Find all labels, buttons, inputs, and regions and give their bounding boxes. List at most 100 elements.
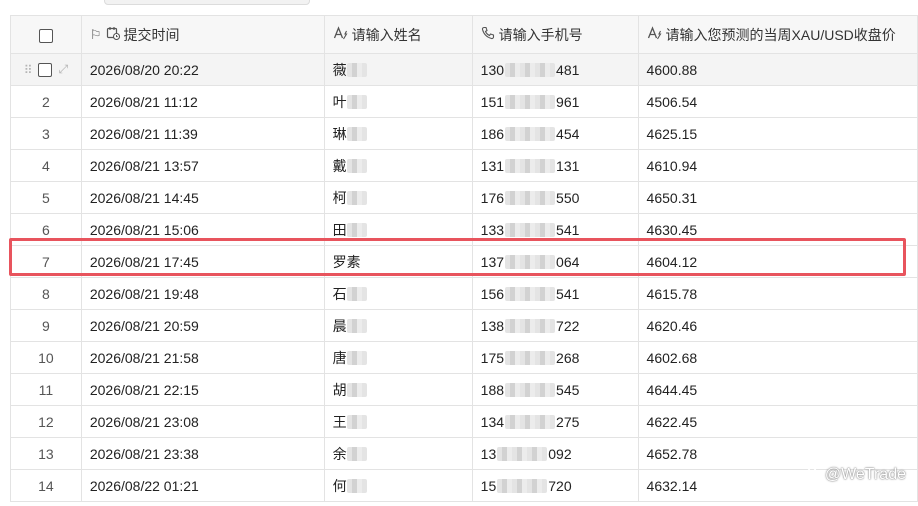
cell-time[interactable]: 2026/08/21 15:06 [81, 213, 325, 246]
cell-time[interactable]: 2026/08/20 20:22 [81, 53, 325, 86]
cell-time[interactable]: 2026/08/21 20:59 [81, 309, 325, 342]
cell-name[interactable]: 叶 [324, 85, 473, 118]
column-header-phone[interactable]: 请输入手机号 [472, 15, 639, 54]
cell-time[interactable]: 2026/08/21 22:15 [81, 373, 325, 406]
redacted-phone-mask [505, 62, 556, 77]
cell-phone[interactable]: 176 550 [472, 181, 639, 214]
cell-phone[interactable]: 156 541 [472, 277, 639, 310]
table-row[interactable]: 10 2026/08/21 21:58 唐 175 268 4602.68 [10, 341, 918, 374]
column-header-time[interactable]: ⚐ 提交时间 [81, 15, 325, 54]
cell-name[interactable]: 石 [324, 277, 473, 310]
cell-phone[interactable]: 13 092 [472, 437, 639, 470]
row-index-cell[interactable]: 12 [10, 405, 82, 438]
table-row[interactable]: 2 2026/08/21 11:12 叶 151 961 4506.54 [10, 85, 918, 118]
table-row[interactable]: 9 2026/08/21 20:59 晨 138 722 4620.46 [10, 309, 918, 342]
phone-prefix: 131 [480, 157, 505, 174]
cell-phone[interactable]: 133 541 [472, 213, 639, 246]
cell-phone[interactable]: 131 131 [472, 149, 639, 182]
cell-prediction[interactable]: 4602.68 [638, 341, 918, 374]
select-all-checkbox[interactable] [38, 28, 53, 43]
cell-phone[interactable]: 130 481 [472, 53, 639, 86]
cell-prediction[interactable]: 4615.78 [638, 277, 918, 310]
cell-time[interactable]: 2026/08/22 01:21 [81, 469, 325, 502]
row-index-cell[interactable]: ⠿ ⤢ [10, 53, 82, 86]
cell-name[interactable]: 薇 [324, 53, 473, 86]
cell-name[interactable]: 唐 [324, 341, 473, 374]
cell-prediction[interactable]: 4620.46 [638, 309, 918, 342]
cell-time[interactable]: 2026/08/21 11:39 [81, 117, 325, 150]
row-checkbox[interactable] [37, 62, 52, 77]
table-row[interactable]: 5 2026/08/21 14:45 柯 176 550 4650.31 [10, 181, 918, 214]
table-row[interactable]: 4 2026/08/21 13:57 戴 131 131 4610.94 [10, 149, 918, 182]
toolbar-tab-fragment[interactable] [104, 0, 310, 5]
cell-name[interactable]: 柯 [324, 181, 473, 214]
row-index-cell[interactable]: 14 [10, 469, 82, 502]
row-index-cell[interactable]: 2 [10, 85, 82, 118]
cell-name[interactable]: 王 [324, 405, 473, 438]
cell-prediction[interactable]: 4622.45 [638, 405, 918, 438]
row-index-cell[interactable]: 5 [10, 181, 82, 214]
row-index-cell[interactable]: 7 [10, 245, 82, 278]
cell-name[interactable]: 罗素 [324, 245, 473, 278]
cell-name[interactable]: 田 [324, 213, 473, 246]
table-row[interactable]: 11 2026/08/21 22:15 胡 188 545 4644.45 [10, 373, 918, 406]
table-row[interactable]: 13 2026/08/21 23:38 余 13 092 4652.78 [10, 437, 918, 470]
cell-prediction[interactable]: 4625.15 [638, 117, 918, 150]
column-header-name[interactable]: 请输入姓名 [324, 15, 473, 54]
header-row: ⚐ 提交时间 请输入姓名 请输入手机号 请输入您预测的当周XAU/USD收盘价 [10, 15, 918, 54]
cell-prediction[interactable]: 4630.45 [638, 213, 918, 246]
phone-prefix: 130 [480, 61, 505, 78]
cell-phone[interactable]: 134 275 [472, 405, 639, 438]
cell-name[interactable]: 戴 [324, 149, 473, 182]
cell-phone[interactable]: 151 961 [472, 85, 639, 118]
cell-prediction[interactable]: 4604.12 [638, 245, 918, 278]
cell-phone[interactable]: 186 454 [472, 117, 639, 150]
cell-prediction[interactable]: 4506.54 [638, 85, 918, 118]
table-row[interactable]: ⠿ ⤢ 2026/08/20 20:22 薇 130 481 4600.88 [10, 53, 918, 86]
cell-time[interactable]: 2026/08/21 23:38 [81, 437, 325, 470]
cell-time[interactable]: 2026/08/21 14:45 [81, 181, 325, 214]
cell-name[interactable]: 琳 [324, 117, 473, 150]
row-index-cell[interactable]: 3 [10, 117, 82, 150]
cell-time[interactable]: 2026/08/21 11:12 [81, 85, 325, 118]
drag-handle-icon[interactable]: ⠿ [24, 63, 33, 77]
cell-prediction[interactable]: 4644.45 [638, 373, 918, 406]
table-row[interactable]: 3 2026/08/21 11:39 琳 186 454 4625.15 [10, 117, 918, 150]
row-index-cell[interactable]: 10 [10, 341, 82, 374]
row-index-cell[interactable]: 8 [10, 277, 82, 310]
name-visible-text: 琳 [332, 125, 347, 142]
cell-name[interactable]: 余 [324, 437, 473, 470]
flag-icon: ⚐ [89, 26, 102, 42]
cell-phone[interactable]: 188 545 [472, 373, 639, 406]
row-index-cell[interactable]: 9 [10, 309, 82, 342]
cell-name[interactable]: 何 [324, 469, 473, 502]
table-row[interactable]: 8 2026/08/21 19:48 石 156 541 4615.78 [10, 277, 918, 310]
name-visible-text: 戴 [332, 157, 347, 174]
row-index-cell[interactable]: 11 [10, 373, 82, 406]
name-visible-text: 叶 [332, 93, 347, 110]
expand-icon[interactable]: ⤢ [59, 62, 69, 77]
table-row[interactable]: 12 2026/08/21 23:08 王 134 275 4622.45 [10, 405, 918, 438]
cell-phone[interactable]: 15 720 [472, 469, 639, 502]
cell-phone[interactable]: 175 268 [472, 341, 639, 374]
table-row[interactable]: 6 2026/08/21 15:06 田 133 541 4630.45 [10, 213, 918, 246]
cell-time[interactable]: 2026/08/21 17:45 [81, 245, 325, 278]
cell-time[interactable]: 2026/08/21 23:08 [81, 405, 325, 438]
cell-time[interactable]: 2026/08/21 19:48 [81, 277, 325, 310]
row-index-cell[interactable]: 13 [10, 437, 82, 470]
cell-prediction[interactable]: 4610.94 [638, 149, 918, 182]
table-row[interactable]: 7 2026/08/21 17:45 罗素 137 064 4604.12 [10, 245, 918, 278]
row-index-cell[interactable]: 4 [10, 149, 82, 182]
cell-prediction[interactable]: 4650.31 [638, 181, 918, 214]
cell-name[interactable]: 晨 [324, 309, 473, 342]
column-header-prediction[interactable]: 请输入您预测的当周XAU/USD收盘价 [638, 15, 918, 54]
cell-time[interactable]: 2026/08/21 21:58 [81, 341, 325, 374]
table-row[interactable]: 14 2026/08/22 01:21 何 15 720 4632.14 [10, 469, 918, 502]
cell-name[interactable]: 胡 [324, 373, 473, 406]
cell-phone[interactable]: 138 722 [472, 309, 639, 342]
cell-prediction[interactable]: 4600.88 [638, 53, 918, 86]
cell-phone[interactable]: 137 064 [472, 245, 639, 278]
phone-suffix: 481 [556, 61, 580, 78]
row-index-cell[interactable]: 6 [10, 213, 82, 246]
cell-time[interactable]: 2026/08/21 13:57 [81, 149, 325, 182]
